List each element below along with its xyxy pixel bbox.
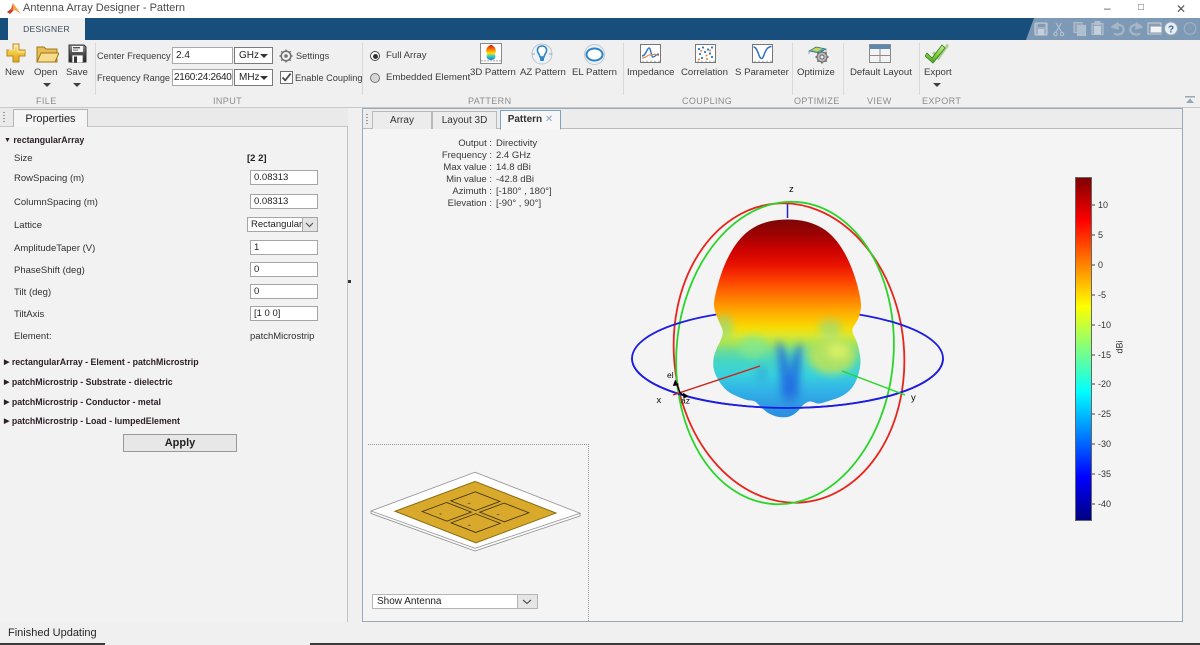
svg-text:-40: -40 [1098, 499, 1111, 509]
svg-text:0: 0 [1098, 260, 1103, 270]
svg-text:-25: -25 [1098, 409, 1111, 419]
svg-text:?: ? [1168, 25, 1174, 36]
svg-text:-30: -30 [1098, 439, 1111, 449]
svg-text:-35: -35 [1098, 469, 1111, 479]
svg-text:-10: -10 [1098, 320, 1111, 330]
svg-text:z: z [789, 184, 794, 195]
svg-text:5: 5 [1098, 230, 1103, 240]
svg-text:az: az [681, 396, 690, 406]
svg-text:y: y [911, 393, 916, 404]
svg-text:x: x [657, 395, 662, 406]
svg-text:-5: -5 [1098, 290, 1106, 300]
svg-text:el: el [667, 370, 674, 380]
svg-text:-15: -15 [1098, 350, 1111, 360]
svg-text:10: 10 [1098, 200, 1108, 210]
svg-text:-20: -20 [1098, 379, 1111, 389]
